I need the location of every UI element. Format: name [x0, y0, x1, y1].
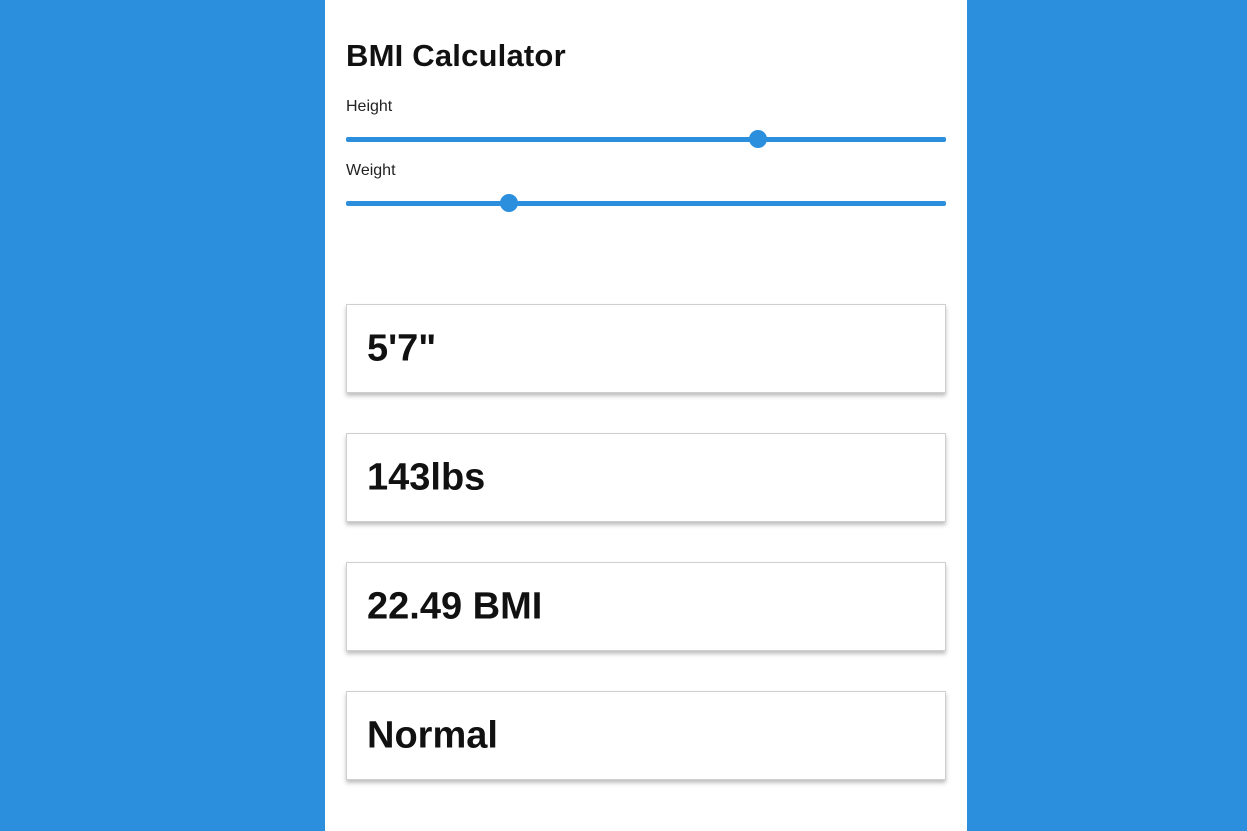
height-result-card: 5'7": [346, 304, 946, 393]
weight-slider-track[interactable]: [346, 201, 946, 206]
bmi-category-value: Normal: [367, 714, 498, 756]
height-slider[interactable]: [346, 129, 946, 149]
height-result-value: 5'7": [367, 327, 437, 369]
weight-slider-thumb[interactable]: [500, 194, 519, 212]
height-label: Height: [346, 98, 393, 115]
weight-result-value: 143lbs: [367, 456, 486, 498]
weight-result-card: 143lbs: [346, 433, 946, 522]
height-slider-track[interactable]: [346, 137, 946, 142]
weight-slider[interactable]: [346, 193, 946, 213]
bmi-result-value: 22.49 BMI: [367, 585, 543, 627]
calculator-panel: BMI Calculator Height Weight 5'7" 143lbs…: [325, 0, 967, 831]
bmi-result-card: 22.49 BMI: [346, 562, 946, 651]
height-slider-thumb[interactable]: [749, 130, 768, 148]
page-title: BMI Calculator: [346, 38, 566, 73]
bmi-category-card: Normal: [346, 691, 946, 780]
weight-label: Weight: [346, 162, 396, 179]
